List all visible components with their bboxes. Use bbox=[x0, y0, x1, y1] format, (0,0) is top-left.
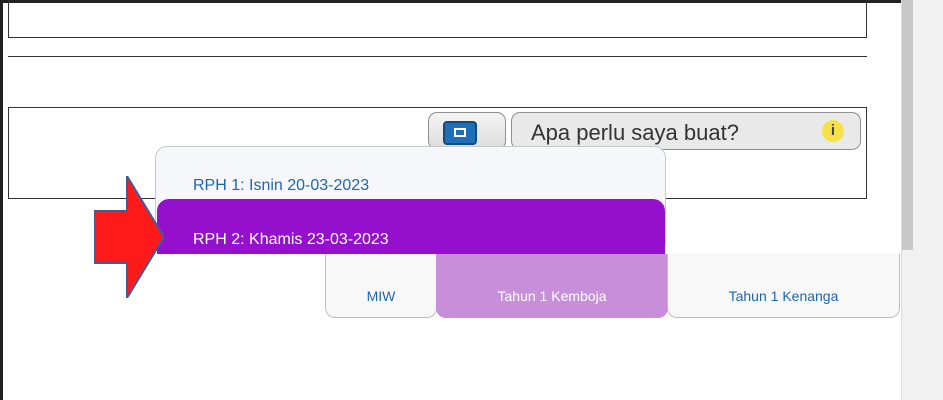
class-tab-bar: MIW Tahun 1 Kemboja Tahun 1 Kenanga bbox=[325, 254, 902, 318]
help-video-button[interactable] bbox=[428, 112, 506, 150]
dropdown-item-rph-1[interactable]: RPH 1: Isnin 20-03-2023 bbox=[193, 177, 369, 195]
info-icon: i bbox=[822, 120, 844, 142]
panel-divider bbox=[8, 56, 867, 57]
dropdown-item-rph-2-label: RPH 2: Khamis 23-03-2023 bbox=[193, 231, 389, 248]
window-frame-left bbox=[0, 0, 3, 400]
red-arrow-icon bbox=[94, 176, 164, 298]
tab-tahun-1-kenanga[interactable]: Tahun 1 Kenanga bbox=[667, 254, 900, 318]
what-to-do-label: Apa perlu saya buat? bbox=[531, 120, 739, 145]
presentation-icon bbox=[443, 121, 477, 145]
tab-miw[interactable]: MIW bbox=[325, 254, 437, 318]
vertical-scrollbar-thumb[interactable] bbox=[902, 0, 913, 250]
content-panel-top bbox=[8, 0, 867, 38]
tab-tahun-1-kemboja[interactable]: Tahun 1 Kemboja bbox=[436, 254, 668, 318]
what-to-do-button[interactable]: Apa perlu saya buat? i bbox=[511, 112, 861, 150]
